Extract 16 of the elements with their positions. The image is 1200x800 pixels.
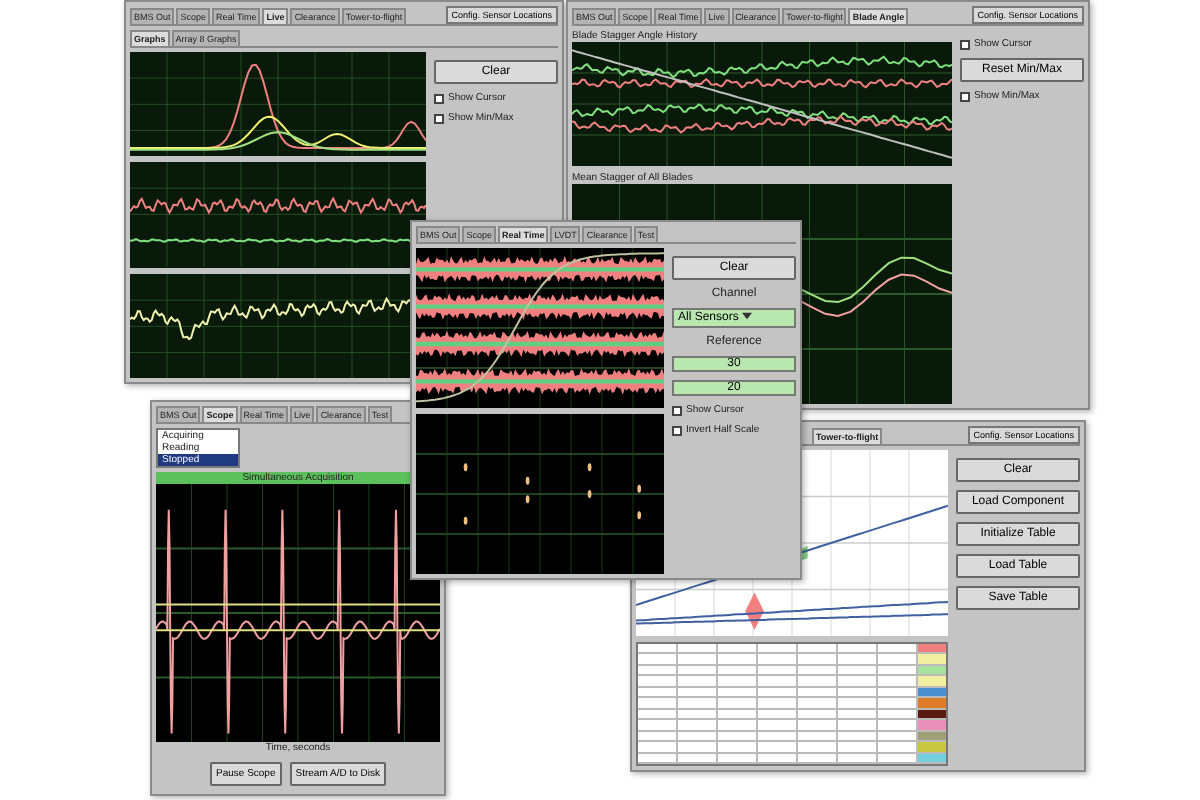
data-point xyxy=(637,484,642,493)
data-point xyxy=(587,490,592,498)
checkbox[interactable] xyxy=(434,93,444,103)
checkbox[interactable] xyxy=(672,405,682,415)
data-point xyxy=(463,516,468,525)
data-point xyxy=(525,476,530,485)
data-point xyxy=(587,463,592,472)
checkbox[interactable] xyxy=(960,91,970,101)
data-point xyxy=(525,495,530,504)
checkbox[interactable] xyxy=(434,113,444,123)
data-point xyxy=(637,511,642,520)
signal-band xyxy=(745,592,764,630)
caret-icon xyxy=(742,312,753,320)
checkbox[interactable] xyxy=(672,425,682,435)
data-point xyxy=(463,463,468,472)
checkbox[interactable] xyxy=(960,39,970,49)
